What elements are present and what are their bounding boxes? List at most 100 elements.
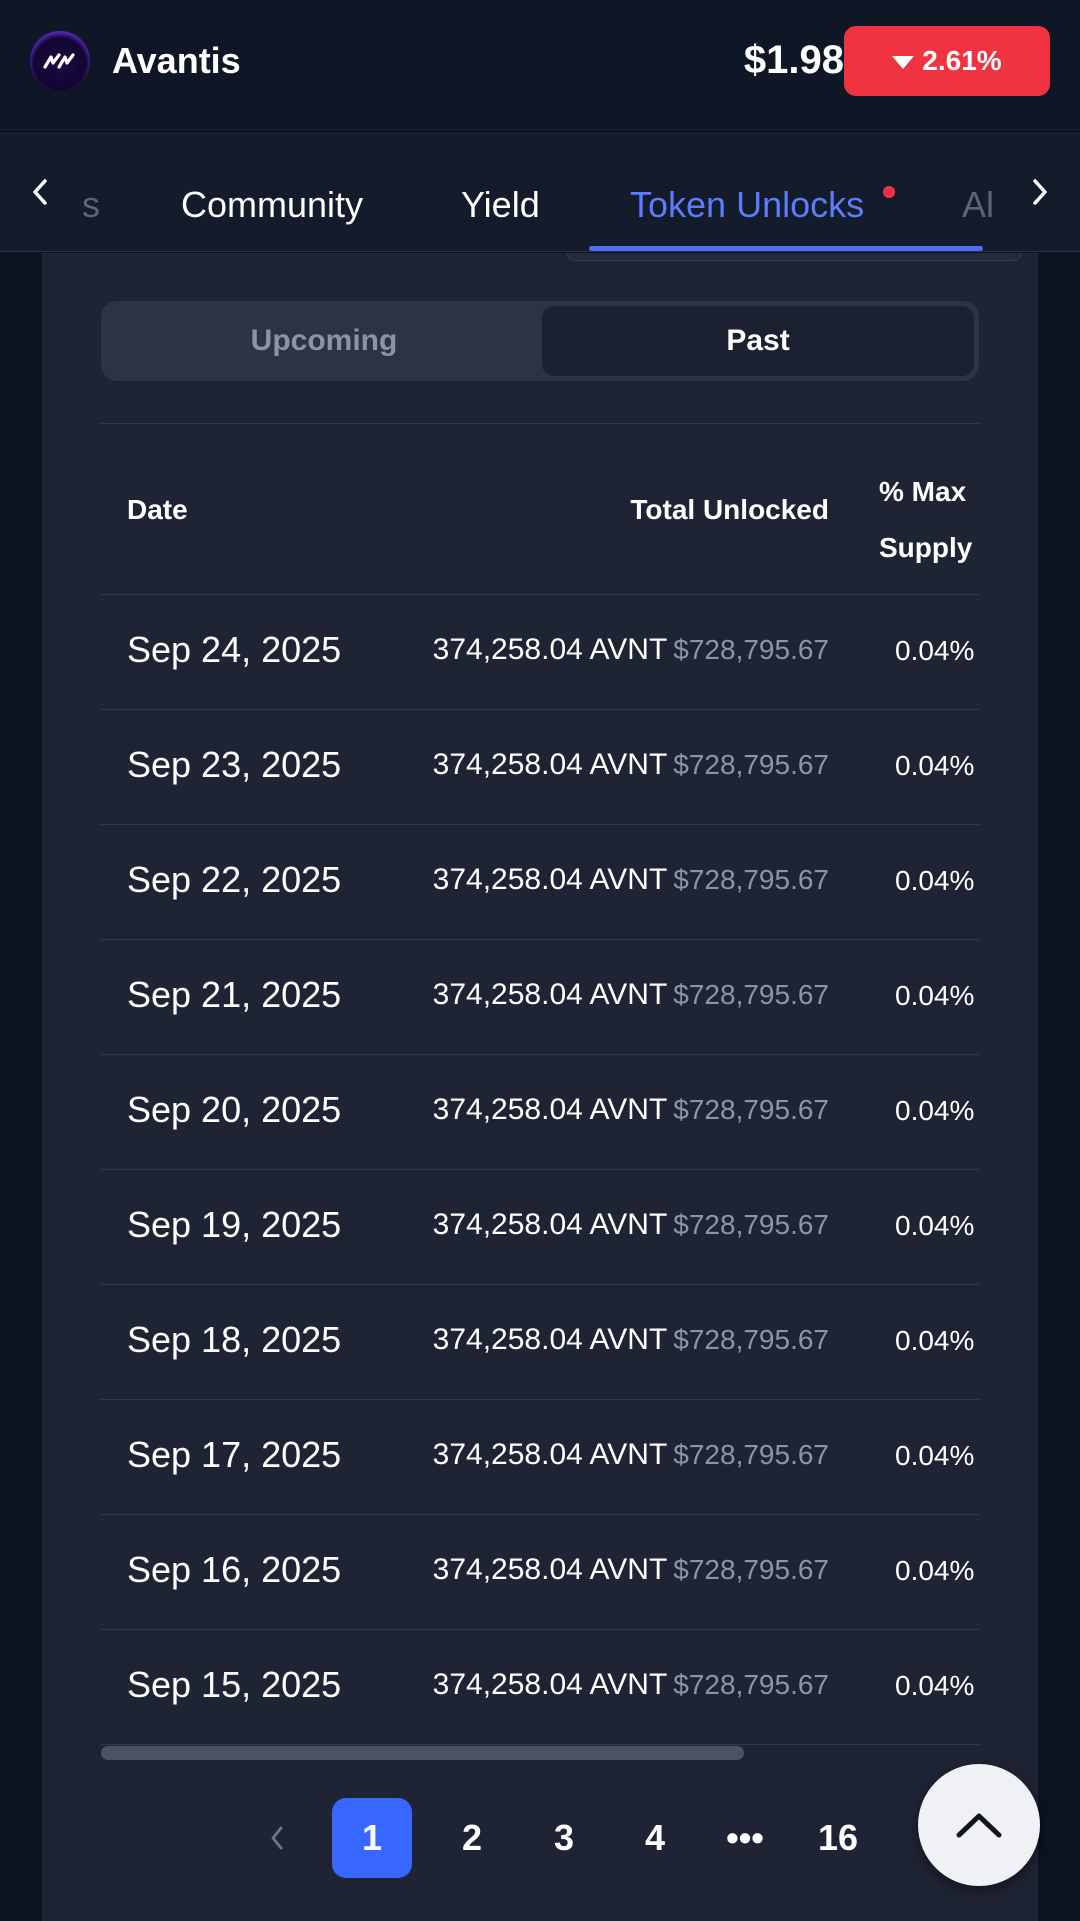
avantis-logo-icon <box>30 31 90 91</box>
scrollbar-thumb[interactable] <box>101 1746 744 1760</box>
row-date: Sep 20, 2025 <box>127 1089 342 1130</box>
column-header-max-supply[interactable]: % Max Supply <box>879 464 972 576</box>
page-ellipsis: ••• <box>726 1817 764 1858</box>
active-tab-indicator <box>589 246 983 251</box>
row-usd-value: $728,795.67 <box>673 1669 829 1700</box>
row-amount: 374,258.04 AVNT $728,795.67 <box>433 633 829 667</box>
row-amount: 374,258.04 AVNT $728,795.67 <box>433 1093 829 1127</box>
unlocks-table: Date Total Unlocked % Max Supply Sep 24,… <box>101 423 979 1753</box>
row-date: Sep 23, 2025 <box>127 744 342 785</box>
row-date: Sep 18, 2025 <box>127 1319 342 1360</box>
row-amount: 374,258.04 AVNT $728,795.67 <box>433 1323 829 1357</box>
table-row: Sep 21, 2025 374,258.04 AVNT $728,795.67 … <box>101 940 979 1055</box>
token-price: $1.98 <box>743 38 844 82</box>
row-amount: 374,258.04 AVNT $728,795.67 <box>433 1668 829 1702</box>
row-token-amount: 374,258.04 AVNT <box>432 1438 668 1471</box>
price-change-value: 2.61% <box>922 45 1002 76</box>
page: Avantis $1.98 2.61% s Community Yield To… <box>0 0 1080 1921</box>
chevron-right-icon <box>1033 179 1047 205</box>
row-amount: 374,258.04 AVNT $728,795.67 <box>433 748 829 782</box>
row-usd-value: $728,795.67 <box>673 749 829 780</box>
table-row: Sep 20, 2025 374,258.04 AVNT $728,795.67 … <box>101 1055 979 1170</box>
row-usd-value: $728,795.67 <box>673 1439 829 1470</box>
row-amount: 374,258.04 AVNT $728,795.67 <box>433 1438 829 1472</box>
row-date: Sep 21, 2025 <box>127 974 342 1015</box>
row-pct: 0.04% <box>895 1440 975 1471</box>
page-button-3[interactable]: 3 <box>534 1798 594 1878</box>
tabs-scroll-left-button[interactable] <box>15 167 65 217</box>
row-amount: 374,258.04 AVNT $728,795.67 <box>433 1553 829 1587</box>
row-usd-value: $728,795.67 <box>673 1554 829 1585</box>
page-button-4[interactable]: 4 <box>625 1798 685 1878</box>
row-usd-value: $728,795.67 <box>673 1324 829 1355</box>
previous-page-button[interactable] <box>257 1798 297 1878</box>
caret-down-icon <box>892 55 915 69</box>
row-pct: 0.04% <box>895 750 975 781</box>
column-header-max-supply-line2: Supply <box>879 532 973 563</box>
row-usd-value: $728,795.67 <box>673 634 829 665</box>
tabs-scroll-right-button[interactable] <box>1015 167 1065 217</box>
row-pct: 0.04% <box>895 1670 975 1701</box>
row-date: Sep 15, 2025 <box>127 1664 342 1705</box>
row-token-amount: 374,258.04 AVNT <box>432 1208 668 1241</box>
row-token-amount: 374,258.04 AVNT <box>432 748 668 781</box>
column-header-total-unlocked[interactable]: Total Unlocked <box>630 494 829 526</box>
row-pct: 0.04% <box>895 1555 975 1586</box>
table-row: Sep 17, 2025 374,258.04 AVNT $728,795.67 … <box>101 1400 979 1515</box>
row-pct: 0.04% <box>895 980 975 1011</box>
tab-partial-left[interactable]: s <box>82 184 100 226</box>
pagination: 1 2 3 4 ••• 16 <box>42 1798 1038 1878</box>
app-name: Avantis <box>112 40 241 81</box>
tab-community[interactable]: Community <box>181 184 363 226</box>
row-pct: 0.04% <box>895 1325 975 1356</box>
row-token-amount: 374,258.04 AVNT <box>432 863 668 896</box>
table-row: Sep 22, 2025 374,258.04 AVNT $728,795.67 … <box>101 825 979 940</box>
chevron-left-icon <box>33 179 47 205</box>
row-token-amount: 374,258.04 AVNT <box>432 1093 668 1126</box>
tab-yield[interactable]: Yield <box>461 184 540 226</box>
unlock-period-toggle: Upcoming Past <box>101 301 979 381</box>
row-token-amount: 374,258.04 AVNT <box>432 1668 668 1701</box>
top-header: Avantis $1.98 2.61% <box>0 0 1080 130</box>
page-button-2[interactable]: 2 <box>442 1798 502 1878</box>
table-row: Sep 16, 2025 374,258.04 AVNT $728,795.67 … <box>101 1515 979 1630</box>
tab-partial-right[interactable]: Al <box>962 184 994 226</box>
table-row: Sep 15, 2025 374,258.04 AVNT $728,795.67 … <box>101 1630 979 1745</box>
page-button-16[interactable]: 16 <box>798 1798 878 1878</box>
table-horizontal-scrollbar[interactable] <box>101 1746 979 1760</box>
table-row: Sep 23, 2025 374,258.04 AVNT $728,795.67 … <box>101 710 979 825</box>
row-token-amount: 374,258.04 AVNT <box>432 978 668 1011</box>
past-toggle-button[interactable]: Past <box>542 306 974 376</box>
row-pct: 0.04% <box>895 1095 975 1126</box>
page-button-1[interactable]: 1 <box>332 1798 412 1878</box>
row-pct: 0.04% <box>895 865 975 896</box>
row-usd-value: $728,795.67 <box>673 979 829 1010</box>
row-token-amount: 374,258.04 AVNT <box>432 633 668 666</box>
row-token-amount: 374,258.04 AVNT <box>432 1323 668 1356</box>
tab-token-unlocks[interactable]: Token Unlocks <box>630 184 864 226</box>
row-pct: 0.04% <box>895 1210 975 1241</box>
row-usd-value: $728,795.67 <box>673 1094 829 1125</box>
table-row: Sep 19, 2025 374,258.04 AVNT $728,795.67 … <box>101 1170 979 1285</box>
row-date: Sep 22, 2025 <box>127 859 342 900</box>
chevron-left-icon <box>271 1826 283 1850</box>
row-date: Sep 17, 2025 <box>127 1434 342 1475</box>
row-usd-value: $728,795.67 <box>673 1209 829 1240</box>
column-header-date[interactable]: Date <box>127 494 188 526</box>
notification-dot <box>883 186 895 198</box>
token-unlocks-panel: Upcoming Past Date Total Unlocked % Max … <box>42 253 1038 1921</box>
chevron-up-icon <box>956 1813 1002 1838</box>
column-header-max-supply-line1: % Max <box>879 476 967 507</box>
table-header: Date Total Unlocked % Max Supply <box>101 423 979 595</box>
table-row: Sep 18, 2025 374,258.04 AVNT $728,795.67 … <box>101 1285 979 1400</box>
row-token-amount: 374,258.04 AVNT <box>432 1553 668 1586</box>
table-row: Sep 24, 2025 374,258.04 AVNT $728,795.67 … <box>101 595 979 710</box>
row-amount: 374,258.04 AVNT $728,795.67 <box>433 863 829 897</box>
upcoming-toggle-button[interactable]: Upcoming <box>106 306 542 376</box>
row-date: Sep 16, 2025 <box>127 1549 342 1590</box>
row-date: Sep 24, 2025 <box>127 629 342 670</box>
panel-top-edge <box>567 253 1022 261</box>
scroll-to-top-button[interactable] <box>918 1764 1040 1886</box>
row-amount: 374,258.04 AVNT $728,795.67 <box>433 978 829 1012</box>
price-change-badge: 2.61% <box>844 26 1050 96</box>
